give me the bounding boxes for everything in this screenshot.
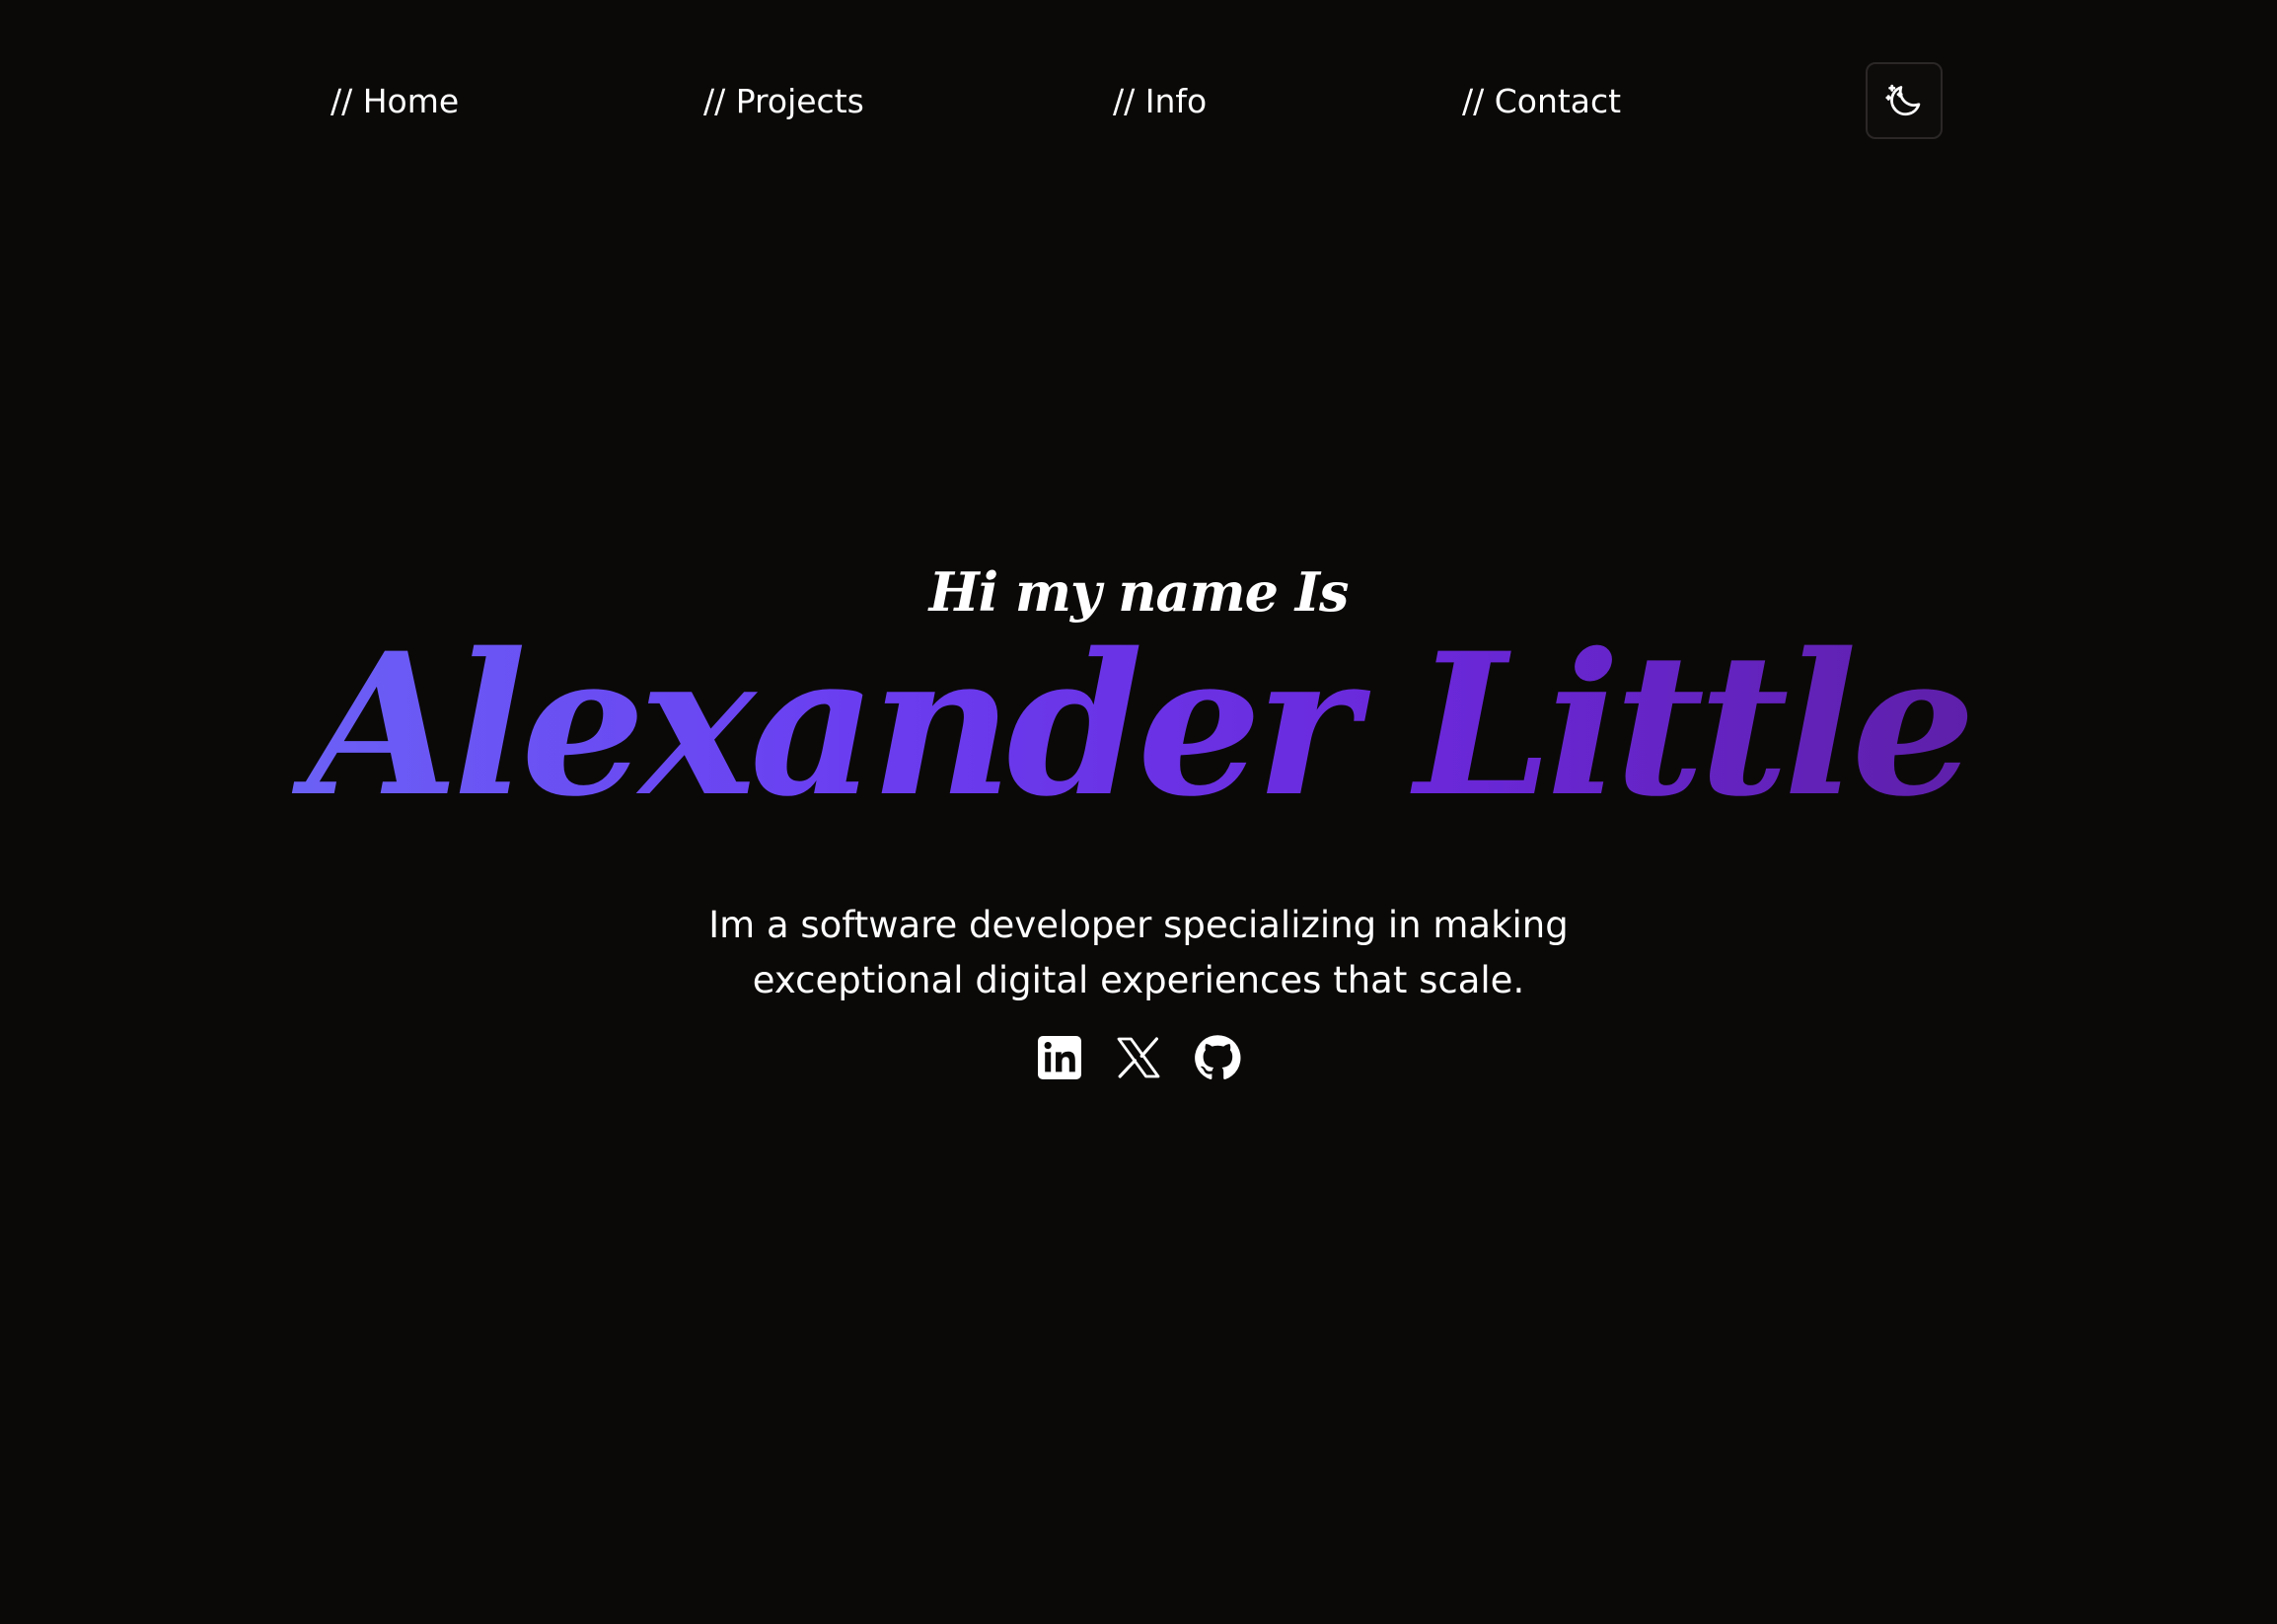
top-nav: // Home // Projects // Info // Contact xyxy=(0,0,2277,202)
moon-stars-icon xyxy=(1885,84,1921,116)
nav-link-home[interactable]: // Home xyxy=(331,77,459,126)
nav-link-info[interactable]: // Info xyxy=(1113,77,1207,126)
theme-toggle-button[interactable] xyxy=(1866,62,1943,139)
hero-name-heading: Alexander Little xyxy=(0,607,2277,844)
hero-tagline-line-2: exceptional digital experiences that sca… xyxy=(752,959,1525,1001)
linkedin-icon xyxy=(1038,1036,1081,1079)
nav-link-contact[interactable]: // Contact xyxy=(1462,77,1621,126)
linkedin-link[interactable] xyxy=(1036,1032,1083,1083)
hero-name-text: Alexander Little xyxy=(287,607,1989,844)
hero-tagline: Im a software developer specializing in … xyxy=(645,898,1632,1008)
x-twitter-icon xyxy=(1117,1037,1160,1078)
hero-section: Hi my name Is Alexander Little Im a soft… xyxy=(0,513,2277,1105)
github-link[interactable] xyxy=(1194,1032,1241,1083)
github-icon xyxy=(1195,1035,1241,1080)
hero-tagline-line-1: Im a software developer specializing in … xyxy=(708,904,1569,946)
x-twitter-link[interactable] xyxy=(1115,1032,1162,1083)
nav-link-projects[interactable]: // Projects xyxy=(703,77,864,126)
social-links xyxy=(0,1032,2277,1083)
